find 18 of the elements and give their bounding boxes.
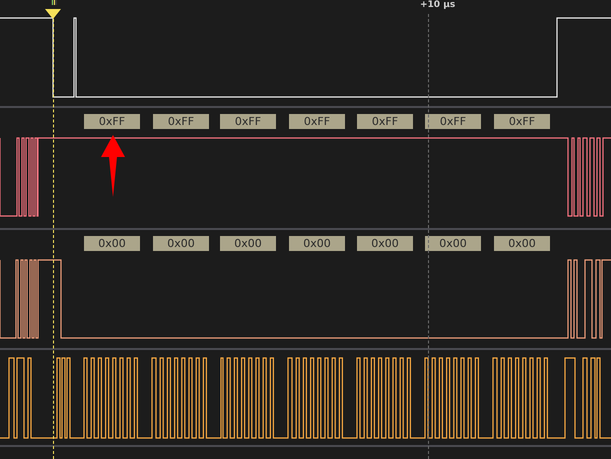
decoded-byte-label: 0xFF — [357, 114, 413, 129]
decoded-byte-label: 0xFF — [84, 114, 140, 129]
time-marker-label: +10 µs — [420, 0, 456, 10]
cursor-flag-icon[interactable] — [51, 0, 57, 5]
decoded-byte-label: 0x00 — [494, 236, 550, 251]
decoded-byte-label: 0x00 — [289, 236, 345, 251]
decoded-byte-label: 0x00 — [84, 236, 140, 251]
decoded-byte-label: 0x00 — [357, 236, 413, 251]
decoded-byte-label: 0xFF — [494, 114, 550, 129]
arrow-annotation — [101, 135, 125, 197]
decoded-byte-label: 0x00 — [153, 236, 209, 251]
trigger-marker-icon[interactable] — [45, 9, 61, 19]
decoded-byte-label: 0x00 — [220, 236, 276, 251]
decoded-byte-label: 0x00 — [425, 236, 481, 251]
decoded-byte-label: 0xFF — [289, 114, 345, 129]
decoded-byte-label: 0xFF — [425, 114, 481, 129]
decoded-byte-label: 0xFF — [220, 114, 276, 129]
decoded-byte-label: 0xFF — [153, 114, 209, 129]
